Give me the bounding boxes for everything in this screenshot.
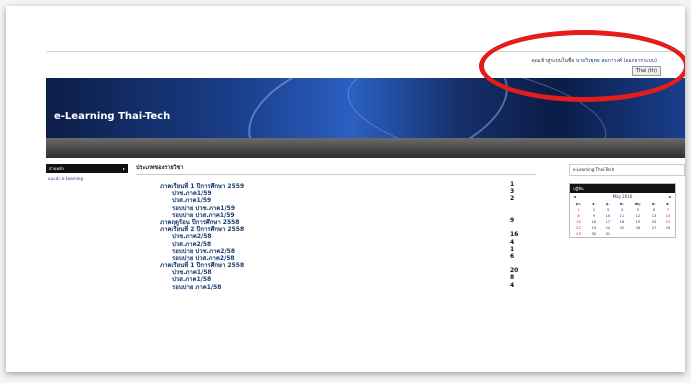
category-row: รอบบ่าย ปวส.ภาค2/58 6 — [136, 252, 536, 262]
course-count: 9 — [510, 216, 515, 224]
course-count: 4 — [510, 281, 515, 289]
calendar-day[interactable]: 29 — [570, 231, 587, 237]
calendar: ปฏิทิน ◄ May 2016 ► อา. จ. อ. พ. พฤ. ศ. ส. 123… — [569, 183, 676, 238]
category-row: รอบบ่าย ภาค1/58 4 — [136, 281, 536, 292]
prev-month-icon[interactable]: ◄ — [573, 193, 576, 201]
calendar-month-row: ◄ May 2016 ► — [570, 193, 675, 201]
browser-page: คุณเข้าสู่ระบบในชื่อ นายวีรยุทธ สมกาวงศ์… — [6, 6, 685, 372]
category-row: ภาคฤดูร้อน ปีการศึกษา 2558 9 — [136, 216, 536, 226]
calendar-grid: อา. จ. อ. พ. พฤ. ศ. ส. 1 2 3 4 5 6 7 8 9 10 11 12 13 14 15 16… — [570, 201, 675, 237]
calendar-day — [629, 231, 647, 237]
category-row: ปวส.ภาค1/59 2 — [136, 195, 536, 204]
calendar-month[interactable]: May 2016 — [613, 194, 633, 199]
right-block-title: e-Learning Thai-Tech — [569, 164, 685, 176]
category-list: ภาคเรียนที่ 1 ปีการศึกษา 2559 1 ปวช.ภาค1/5… — [136, 181, 536, 292]
calendar-day — [615, 231, 629, 237]
category-row: ปวส.ภาค2/58 4 — [136, 238, 536, 248]
category-row: ภาคเรียนที่ 2 ปีการศึกษา 2558 — [136, 224, 536, 233]
calendar-day — [661, 231, 675, 237]
course-count: 16 — [510, 231, 519, 239]
calendar-day[interactable]: 31 — [601, 231, 615, 237]
left-block-item[interactable]: แนะนำ e-Learning — [46, 173, 128, 184]
site-title[interactable]: e-Learning Thai-Tech — [54, 111, 170, 122]
category-row: ภาคเรียนที่ 1 ปีการศึกษา 2559 1 — [136, 181, 536, 190]
calendar-day[interactable]: 30 — [587, 231, 601, 237]
left-block-header: ส่วนหลัก ▸ — [46, 164, 128, 173]
right-block: e-Learning Thai-Tech ปฏิทิน ◄ May 2016 ►… — [569, 164, 685, 238]
course-count: 1 — [510, 181, 515, 188]
category-row: รอบบ่าย ปวช.ภาค1/59 — [136, 203, 536, 212]
course-count: 6 — [510, 252, 515, 260]
calendar-day — [647, 231, 661, 237]
course-count: 1 — [510, 245, 515, 253]
course-categories: ประเภทของรายวิชา ภาคเรียนที่ 1 ปีการศึกษ… — [136, 164, 536, 292]
main-title: ประเภทของรายวิชา — [136, 164, 536, 175]
highlight-ellipse — [479, 30, 685, 102]
category-link[interactable]: รอบบ่าย ภาค1/58 — [172, 282, 221, 292]
category-row: ปวช.ภาค1/59 3 — [136, 188, 536, 197]
category-row: รอบบ่าย ปวส.ภาค1/59 — [136, 210, 536, 219]
category-row: ปวช.ภาค2/58 16 — [136, 231, 536, 240]
calendar-header: ปฏิทิน — [570, 184, 675, 193]
course-count: 8 — [510, 274, 515, 282]
category-row: ปวส.ภาค1/58 8 — [136, 274, 536, 283]
category-row: ปวช.ภาค1/58 20 — [136, 267, 536, 276]
course-count: 2 — [510, 195, 515, 203]
course-count: 20 — [510, 267, 519, 275]
course-count: 3 — [510, 188, 515, 196]
course-count: 4 — [510, 238, 515, 246]
category-row: ภาคเรียนที่ 1 ปีการศึกษา 2558 — [136, 260, 536, 269]
nav-bar — [46, 138, 685, 158]
left-block-title: ส่วนหลัก — [49, 166, 64, 171]
left-block: ส่วนหลัก ▸ แนะนำ e-Learning — [46, 164, 128, 184]
collapse-icon[interactable]: ▸ — [123, 164, 125, 173]
next-month-icon[interactable]: ► — [669, 193, 672, 201]
category-row: รอบบ่าย ปวช.ภาค2/58 1 — [136, 245, 536, 255]
